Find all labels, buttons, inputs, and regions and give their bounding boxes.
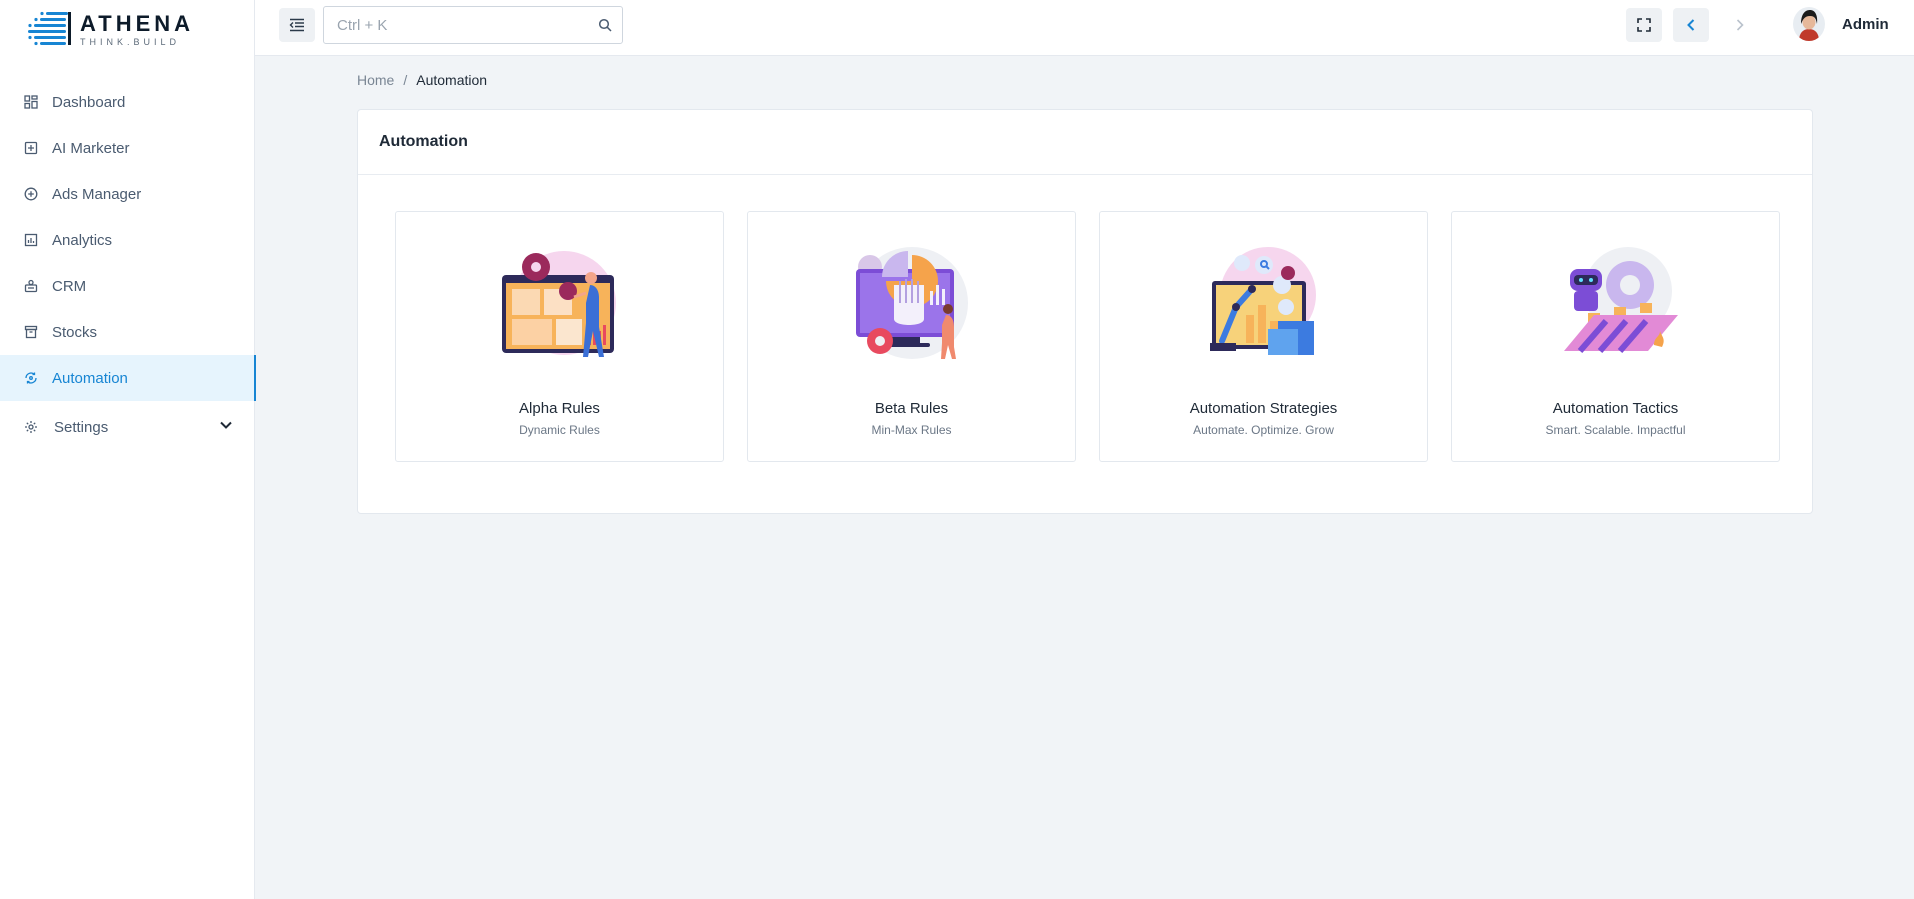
back-button[interactable]	[1673, 8, 1709, 42]
sidebar-nav: Dashboard AI Marketer Ads Manager Analyt…	[0, 79, 256, 450]
bar-chart-icon	[24, 233, 38, 247]
card-title: Automation	[358, 110, 1812, 175]
alpha-rules-illustration	[502, 251, 616, 357]
breadcrumb: Home / Automation	[357, 72, 487, 88]
sidebar-item-label: Settings	[54, 418, 109, 436]
sidebar-item-label: Dashboard	[52, 93, 126, 111]
chevron-down-icon	[219, 418, 233, 436]
sidebar-item-ai-marketer[interactable]: AI Marketer	[0, 125, 255, 171]
user-name[interactable]: Admin	[1842, 16, 1889, 33]
breadcrumb-current: Automation	[416, 72, 488, 88]
sidebar-item-stocks[interactable]: Stocks	[0, 309, 255, 355]
sidebar-item-label: CRM	[52, 277, 87, 295]
indent-icon	[289, 18, 304, 32]
sidebar-item-label: Ads Manager	[52, 185, 142, 203]
menu-toggle-button[interactable]	[279, 8, 315, 42]
chevron-left-icon	[1687, 19, 1695, 31]
sidebar-item-label: Automation	[52, 369, 128, 387]
sidebar-item-label: Analytics	[52, 231, 113, 249]
search-input[interactable]	[324, 7, 584, 43]
automation-icon	[24, 371, 38, 385]
brand-tagline: THINK.BUILD	[80, 37, 181, 47]
beta-rules-illustration	[856, 247, 968, 359]
gear-icon	[24, 420, 38, 434]
search-box	[323, 6, 623, 44]
plus-circle-icon	[24, 187, 38, 201]
user-avatar-image	[1793, 7, 1825, 41]
crm-icon	[24, 279, 38, 293]
brand-logo[interactable]: ATHENA THINK.BUILD	[28, 10, 198, 50]
avatar[interactable]	[1793, 7, 1825, 41]
tile-title: Beta Rules	[874, 400, 949, 417]
fullscreen-button[interactable]	[1626, 8, 1662, 42]
breadcrumb-separator: /	[403, 72, 408, 88]
forward-button[interactable]	[1722, 8, 1758, 42]
athena-logo-icon	[28, 11, 71, 46]
sidebar-item-label: Stocks	[52, 323, 98, 341]
tile-title: Automation Strategies	[1189, 400, 1338, 417]
sidebar-item-dashboard[interactable]: Dashboard	[0, 79, 255, 125]
sidebar-item-analytics[interactable]: Analytics	[0, 217, 255, 263]
fullscreen-icon	[1637, 18, 1651, 32]
search-icon[interactable]	[598, 18, 612, 37]
tile-subtitle: Smart. Scalable. Impactful	[1545, 423, 1686, 437]
brand-name: ATHENA	[80, 11, 195, 36]
tile-title: Automation Tactics	[1552, 400, 1679, 417]
sidebar-item-label: AI Marketer	[52, 139, 130, 157]
top-header: Admin	[255, 0, 1914, 56]
tile-subtitle: Dynamic Rules	[519, 423, 600, 437]
tile-subtitle: Automate. Optimize. Grow	[1193, 423, 1334, 437]
automation-tactics-illustration	[1564, 247, 1678, 353]
automation-tiles: Alpha Rules Dynamic Rules Beta Rules Min…	[395, 211, 1780, 462]
tile-automation-strategies[interactable]: Automation Strategies Automate. Optimize…	[1099, 211, 1428, 462]
breadcrumb-home-link[interactable]: Home	[357, 72, 394, 88]
tile-subtitle: Min-Max Rules	[871, 423, 952, 437]
grid-icon	[24, 95, 38, 109]
tile-beta-rules[interactable]: Beta Rules Min-Max Rules	[747, 211, 1076, 462]
automation-card: Automation Alpha Rules Dynamic Rules Bet…	[357, 109, 1813, 514]
tile-automation-tactics[interactable]: Automation Tactics Smart. Scalable. Impa…	[1451, 211, 1780, 462]
sidebar-item-crm[interactable]: CRM	[0, 263, 255, 309]
tile-title: Alpha Rules	[519, 400, 600, 417]
sidebar-item-automation[interactable]: Automation	[0, 355, 256, 401]
archive-icon	[24, 325, 38, 339]
tile-alpha-rules[interactable]: Alpha Rules Dynamic Rules	[395, 211, 724, 462]
chevron-right-icon	[1736, 19, 1744, 31]
automation-strategies-illustration	[1210, 247, 1316, 355]
sidebar: ATHENA THINK.BUILD Dashboard AI Marketer…	[0, 0, 256, 899]
sidebar-item-ads-manager[interactable]: Ads Manager	[0, 171, 255, 217]
ai-box-icon	[24, 141, 38, 155]
sidebar-item-settings[interactable]: Settings	[0, 404, 255, 450]
